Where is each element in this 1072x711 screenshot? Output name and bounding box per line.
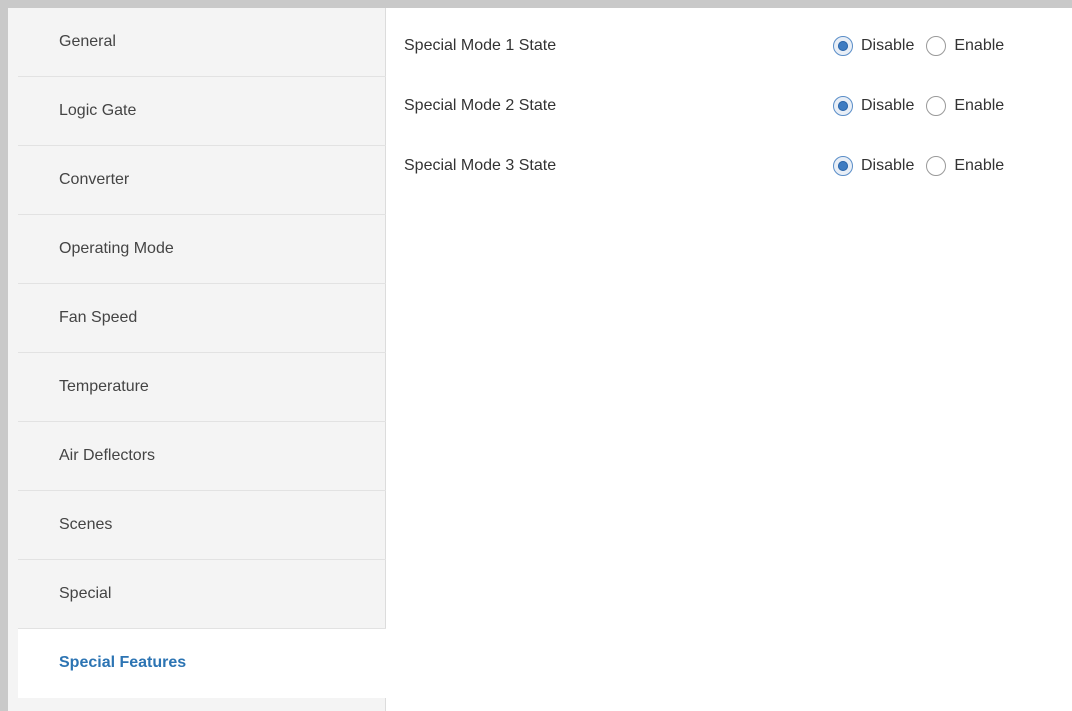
sidebar-item-label: Special [59, 585, 112, 602]
radio-disable[interactable]: Disable [833, 36, 914, 56]
sidebar-item-air-deflectors[interactable]: Air Deflectors [18, 422, 386, 491]
sidebar-item-fan-speed[interactable]: Fan Speed [18, 284, 386, 353]
radio-unchecked-icon[interactable] [926, 96, 947, 116]
radio-disable[interactable]: Disable [833, 96, 914, 116]
parameter-row-special-mode-3: Special Mode 3 State Disable Enable [386, 148, 1072, 184]
parameter-row-special-mode-1: Special Mode 1 State Disable Enable [386, 28, 1072, 64]
app-window: General Logic Gate Converter Operating M… [0, 0, 1072, 711]
sidebar: General Logic Gate Converter Operating M… [8, 8, 387, 711]
sidebar-item-special-features[interactable]: Special Features [18, 629, 387, 698]
sidebar-item-label: Temperature [59, 378, 149, 395]
sidebar-item-converter[interactable]: Converter [18, 146, 386, 215]
sidebar-item-operating-mode[interactable]: Operating Mode [18, 215, 386, 284]
sidebar-item-label: Converter [59, 171, 130, 188]
parameter-label: Special Mode 1 State [404, 37, 557, 54]
sidebar-item-label: Air Deflectors [59, 447, 156, 464]
radio-label: Disable [861, 157, 915, 174]
sidebar-item-general[interactable]: General [18, 8, 386, 77]
radio-group-special-mode-1: Disable Enable [833, 36, 1016, 56]
radio-group-special-mode-3: Disable Enable [833, 156, 1016, 176]
radio-label: Enable [954, 97, 1005, 114]
sidebar-item-special[interactable]: Special [18, 560, 386, 629]
radio-disable[interactable]: Disable [833, 156, 914, 176]
radio-label: Enable [954, 157, 1005, 174]
sidebar-item-logic-gate[interactable]: Logic Gate [18, 77, 386, 146]
parameter-label: Special Mode 3 State [404, 157, 557, 174]
sidebar-item-label: Logic Gate [59, 102, 137, 119]
sidebar-item-label: Fan Speed [59, 309, 138, 326]
sidebar-item-label: Scenes [59, 516, 113, 533]
radio-group-special-mode-2: Disable Enable [833, 96, 1016, 116]
radio-enable[interactable]: Enable [926, 156, 1004, 176]
radio-unchecked-icon[interactable] [926, 156, 947, 176]
radio-enable[interactable]: Enable [926, 96, 1004, 116]
radio-label: Disable [861, 37, 915, 54]
sidebar-item-label: General [59, 33, 116, 50]
sidebar-item-label: Special Features [59, 654, 187, 671]
radio-checked-icon[interactable] [833, 96, 853, 116]
sidebar-item-temperature[interactable]: Temperature [18, 353, 386, 422]
radio-unchecked-icon[interactable] [926, 36, 947, 56]
parameter-row-special-mode-2: Special Mode 2 State Disable Enable [386, 88, 1072, 124]
parameter-panel: Special Mode 1 State Disable Enable Spec… [386, 8, 1072, 711]
sidebar-item-scenes[interactable]: Scenes [18, 491, 386, 560]
radio-enable[interactable]: Enable [926, 36, 1004, 56]
radio-label: Disable [861, 97, 915, 114]
parameter-label: Special Mode 2 State [404, 97, 557, 114]
radio-label: Enable [954, 37, 1005, 54]
sidebar-item-label: Operating Mode [59, 240, 174, 257]
radio-checked-icon[interactable] [833, 36, 853, 56]
radio-checked-icon[interactable] [833, 156, 853, 176]
